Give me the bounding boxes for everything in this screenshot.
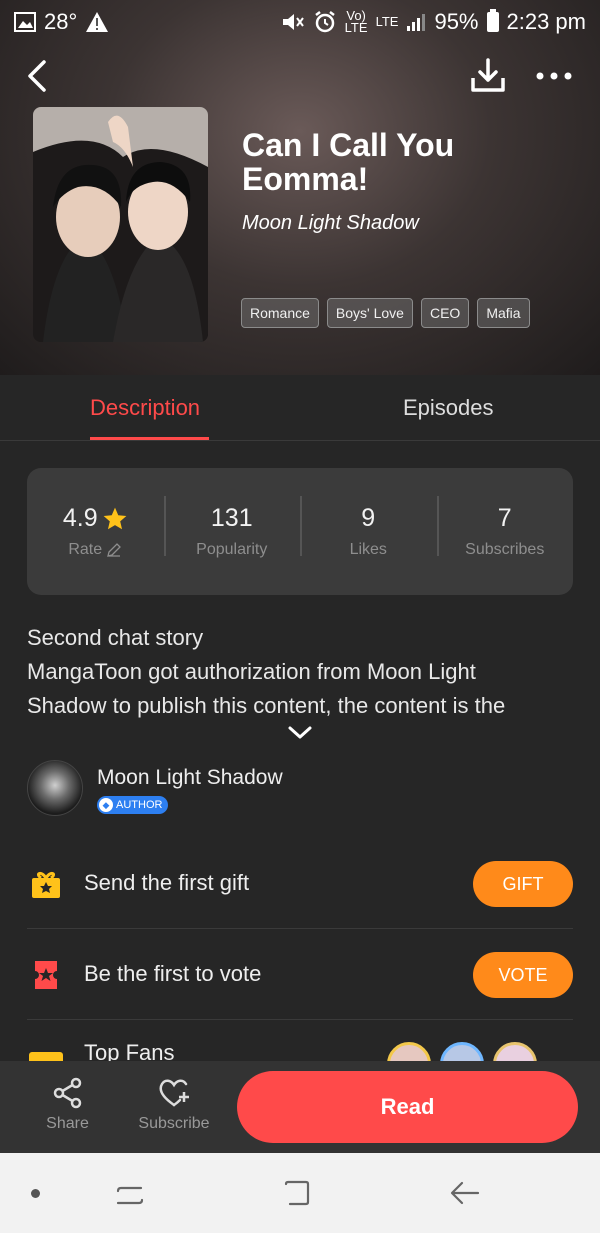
tab-bar: Description Episodes [0,375,600,441]
vote-label: Be the first to vote [84,961,262,986]
read-button[interactable]: Read [237,1071,578,1143]
vote-row: Be the first to vote VOTE [27,929,573,1020]
volte-indicator: Vo) LTE [344,8,368,35]
tab-episodes[interactable]: Episodes [403,395,494,421]
description-text: Second chat story MangaToon got authoriz… [27,621,573,723]
author-badge: ◆ AUTHOR [97,796,169,814]
likes-label: Likes [349,541,387,558]
tab-description[interactable]: Description [90,395,200,421]
mute-icon [282,14,304,30]
cover-image [33,107,208,342]
cover-illustration [33,107,208,342]
popularity-label: Popularity [196,541,268,558]
stats-card: 4.9 Rate 131 Popularity 9 Likes 7 Subscr… [27,468,573,595]
series-author[interactable]: Moon Light Shadow [242,212,419,235]
subscribe-label: Subscribe [138,1115,210,1132]
image-icon [14,12,36,32]
stat-popularity: 131 Popularity [163,496,301,559]
home-icon[interactable] [282,1178,312,1208]
description-line: Second chat story [27,625,204,650]
rating-value: 4.9 [62,504,98,532]
active-tab-indicator [90,437,209,440]
nav-dot-icon[interactable] [31,1189,40,1198]
bottom-action-bar: Share Subscribe Read [0,1061,600,1153]
star-icon [103,507,126,529]
vote-button[interactable]: VOTE [473,952,573,998]
more-icon[interactable] [532,56,576,96]
battery-percent: 95% [434,9,479,34]
nav-back-icon[interactable] [449,1178,481,1208]
back-arrow-icon[interactable] [22,58,52,94]
share-button[interactable]: Share [40,1077,95,1133]
network-type: LTE [375,14,399,29]
author-avatar[interactable] [27,760,83,816]
download-icon[interactable] [468,56,508,96]
stat-subscribes: 7 Subscribes [436,496,574,559]
popularity-value: 131 [210,504,253,532]
tag-mafia[interactable]: Mafia [477,298,530,328]
gift-button[interactable]: GIFT [473,861,573,907]
status-bar: 28° Vo) LTE LTE 95% 2:23 pm [0,0,600,44]
gift-label: Send the first gift [84,870,250,895]
tag-list: Romance Boys' Love CEO Mafia [241,298,530,328]
likes-value: 9 [361,504,376,532]
subscribes-value: 7 [497,504,512,532]
description-line: Shadow to publish this content, the cont… [27,693,506,718]
rating-label: Rate [68,541,103,558]
stat-likes: 9 Likes [300,496,437,559]
tag-ceo[interactable]: CEO [420,298,470,328]
series-title: Can I Call You Eomma! [242,127,455,197]
recent-apps-icon[interactable] [115,1179,145,1209]
share-label: Share [46,1115,89,1132]
author-badge-icon: ◆ [99,798,113,812]
share-icon [53,1077,81,1109]
signal-icon [407,14,426,31]
hero-header: 28° Vo) LTE LTE 95% 2:23 pm Can I Call Y… [0,0,600,375]
gift-icon [32,871,60,898]
author-row[interactable]: Moon Light Shadow ◆ AUTHOR [27,760,573,820]
gift-row: Send the first gift GIFT [27,838,573,929]
tag-romance[interactable]: Romance [241,298,319,328]
system-nav-bar [0,1153,600,1233]
ticket-icon [35,961,57,989]
chevron-down-icon[interactable] [287,725,313,741]
tag-boys-love[interactable]: Boys' Love [326,298,413,328]
author-name[interactable]: Moon Light Shadow [97,766,283,790]
author-badge-label: AUTHOR [116,799,163,811]
temperature: 28° [44,9,78,34]
description-line: MangaToon got authorization from Moon Li… [27,659,476,684]
clock: 2:23 pm [506,9,587,34]
subscribe-button[interactable]: Subscribe [134,1077,214,1133]
warning-icon [86,12,109,32]
battery-icon [486,9,499,32]
edit-icon [107,543,122,557]
subscribes-label: Subscribes [465,541,545,558]
stat-rating[interactable]: 4.9 Rate [27,504,164,559]
heart-plus-icon [159,1079,189,1107]
alarm-icon [314,11,335,33]
